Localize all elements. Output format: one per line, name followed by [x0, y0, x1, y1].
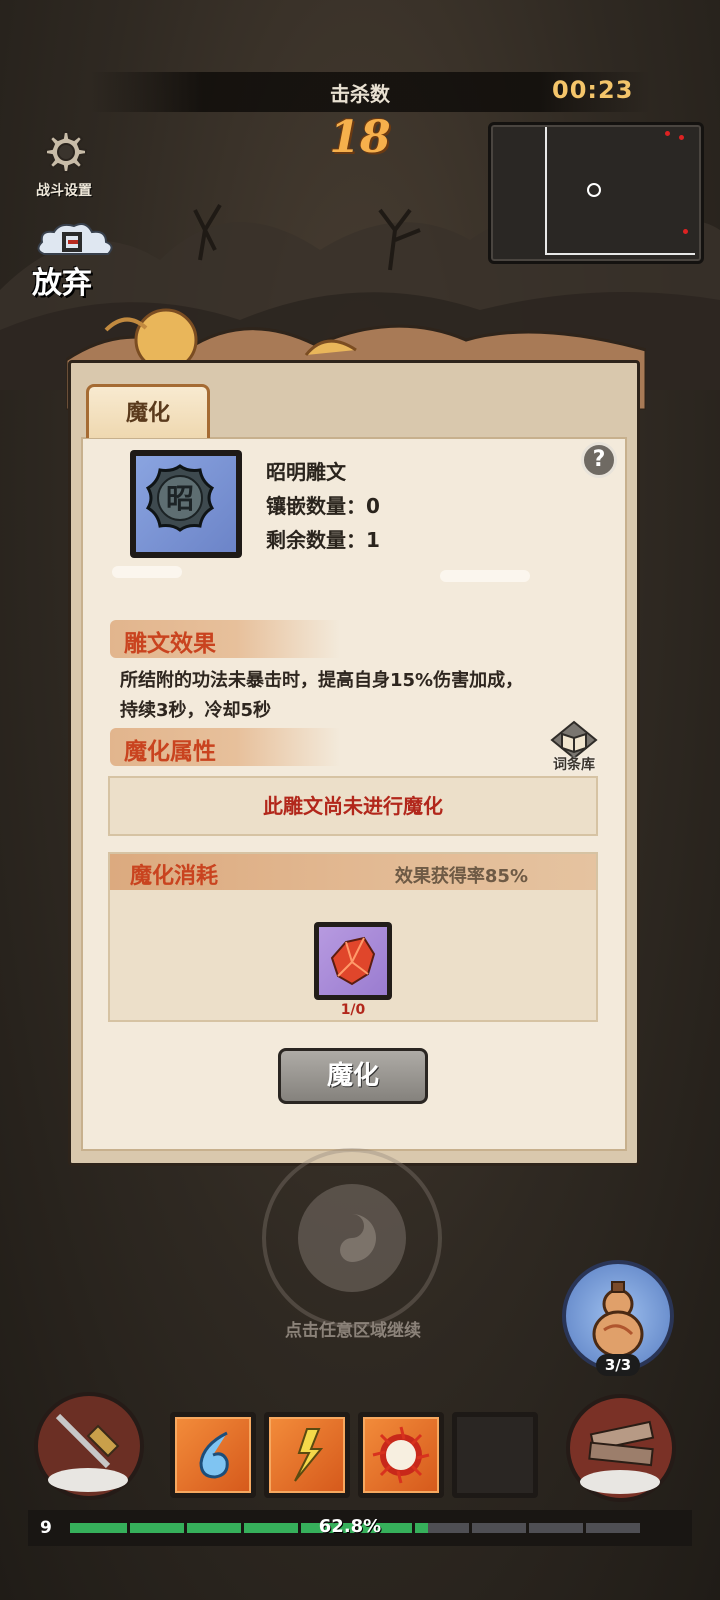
quit-button[interactable]: 放弃: [28, 220, 120, 301]
skill-slot-4-empty[interactable]: [452, 1412, 538, 1498]
skill-slot-background: [457, 1417, 533, 1493]
hero-portrait[interactable]: [34, 1392, 144, 1500]
joystick-knob[interactable]: [298, 1184, 406, 1292]
gold-lightning-icon: [294, 1428, 324, 1482]
fire-burst-icon: [372, 1426, 430, 1484]
water-drop-icon: [199, 1431, 229, 1479]
enchant-button[interactable]: 魔化: [278, 1048, 428, 1104]
effect-section-title: 雕文效果: [124, 631, 216, 657]
quit-label: 放弃: [32, 266, 92, 301]
xp-segment-divider: [469, 1523, 472, 1533]
effect-description-line2: 持续3秒，冷却5秒: [120, 700, 272, 721]
glyph-item-icon-frame: 昭: [130, 450, 242, 558]
xp-segment-divider: [241, 1523, 244, 1533]
xp-segment-divider: [184, 1523, 187, 1533]
effect-description-line1: 所结附的功法未暴击时，提高自身15%伤害加成，: [120, 670, 524, 691]
player-level: 9: [40, 1518, 52, 1538]
xp-percent: 62.8%: [318, 1516, 382, 1537]
enchant-cost-title: 魔化消耗: [130, 864, 219, 889]
tab-enchant[interactable]: 魔化: [86, 384, 210, 438]
xp-segment-divider: [127, 1523, 130, 1533]
not-enchanted-notice: 此雕文尚未进行魔化: [108, 776, 598, 836]
gear-icon: [45, 131, 87, 173]
tap-to-continue-hint[interactable]: 点击任意区域继续: [200, 1316, 506, 1341]
xp-segment-divider: [583, 1523, 586, 1533]
battle-timer: 00:23: [552, 76, 634, 104]
gourd-count: 3/3: [596, 1354, 640, 1376]
material-slot[interactable]: [314, 922, 392, 1000]
glyph-inlaid-count: 镶嵌数量：0: [266, 494, 380, 518]
attribute-section-header: 魔化属性: [110, 728, 340, 766]
minimap-enemy-marker: [683, 229, 688, 234]
battle-settings-button[interactable]: 战斗设置: [28, 128, 100, 200]
minimap[interactable]: [488, 122, 704, 264]
attribute-section-title: 魔化属性: [124, 739, 216, 765]
gourd-icon: [592, 1281, 644, 1358]
battle-settings-label: 战斗设置: [36, 183, 92, 199]
books-icon: [580, 1420, 660, 1494]
entry-library-button[interactable]: 词条库: [546, 720, 602, 774]
skill-slot-2[interactable]: [264, 1412, 350, 1498]
entry-library-label: 词条库: [553, 757, 595, 773]
enchant-cost-box: 魔化消耗 效果获得率85% 1/0: [108, 852, 598, 1022]
help-button[interactable]: ?: [581, 442, 617, 478]
glyph-name: 昭明雕文: [266, 460, 346, 484]
minimap-enemy-marker: [679, 135, 684, 140]
companion-portrait[interactable]: [566, 1394, 676, 1502]
enchant-cost-header: 魔化消耗 效果获得率85%: [110, 854, 596, 890]
sword-hero-icon: [48, 1413, 128, 1492]
minimap-enemy-marker: [665, 131, 670, 136]
xp-segment-divider: [526, 1523, 529, 1533]
glyph-rune-char: 昭: [166, 482, 194, 515]
red-crystal-icon: [330, 936, 376, 986]
effect-section-header: 雕文效果: [110, 620, 340, 658]
kill-count: 18: [329, 112, 391, 163]
skill-slot-3[interactable]: [358, 1412, 444, 1498]
decor-streak: [440, 570, 530, 582]
xp-segment-divider: [412, 1523, 415, 1533]
kills-label: 击杀数: [330, 82, 390, 106]
material-count: 1/0: [340, 1002, 366, 1018]
glyph-rune-icon: 昭: [145, 464, 215, 532]
minimap-wall: [545, 253, 695, 255]
glyph-remaining-count: 剩余数量：1: [266, 528, 380, 552]
minimap-wall: [545, 127, 547, 255]
yin-yang-icon: [340, 1214, 376, 1262]
minimap-player-marker: [587, 183, 601, 197]
effect-success-rate: 效果获得率85%: [394, 866, 528, 887]
skill-slot-1[interactable]: [170, 1412, 256, 1498]
decor-streak: [112, 566, 182, 578]
